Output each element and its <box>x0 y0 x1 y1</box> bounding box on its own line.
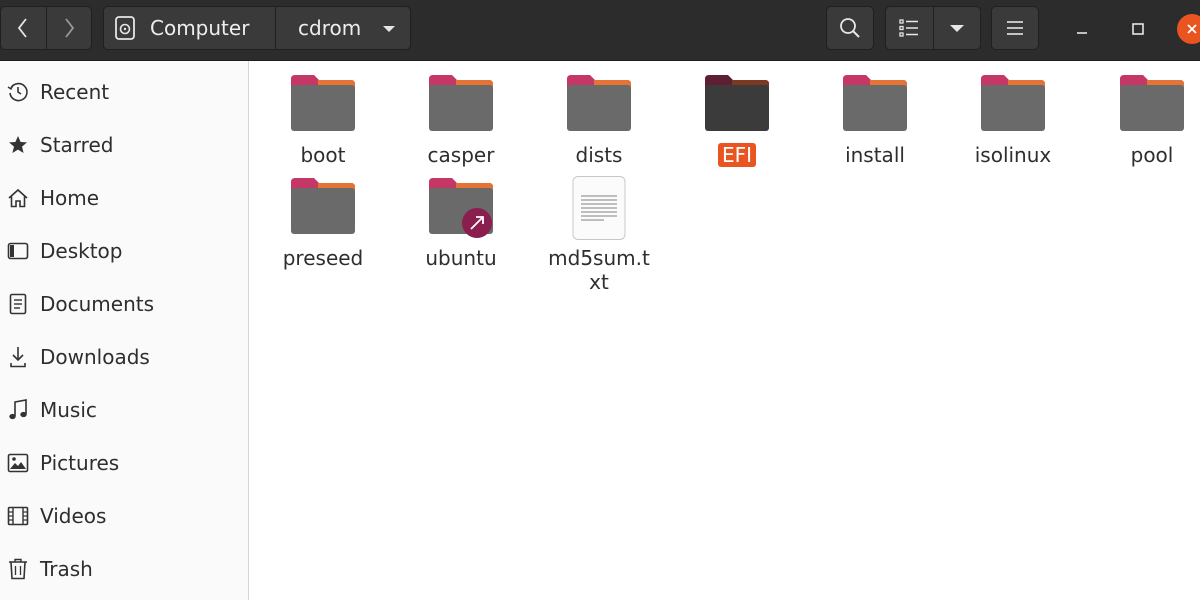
sidebar-item-label: Trash <box>40 557 93 581</box>
file-name: casper <box>427 143 495 167</box>
sidebar-item-label: Documents <box>40 292 155 316</box>
sidebar-item-desktop[interactable]: Desktop <box>0 229 248 273</box>
sidebar-item-label: Home <box>40 186 100 210</box>
file-name: md5sum.txt <box>548 246 650 294</box>
header-bar: Computer cdrom <box>0 0 1200 61</box>
folder-icon <box>1120 75 1184 131</box>
document-icon <box>6 292 30 316</box>
sidebar-item-label: Pictures <box>40 451 120 475</box>
folder-item-ubuntu[interactable]: ubuntu <box>392 176 530 270</box>
file-name: preseed <box>282 246 364 270</box>
sidebar-item-label: Desktop <box>40 239 123 263</box>
list-view-button[interactable] <box>886 7 933 49</box>
folder-item-boot[interactable]: boot <box>254 73 392 167</box>
folder-icon <box>843 75 907 131</box>
sidebar-item-home[interactable]: Home <box>0 176 248 220</box>
download-icon <box>6 345 30 369</box>
sidebar-item-downloads[interactable]: Downloads <box>0 335 248 379</box>
sidebar-item-label: Downloads <box>40 345 150 369</box>
folder-link-icon <box>429 178 493 238</box>
folder-icon <box>291 75 355 131</box>
sidebar-item-label: Music <box>40 398 97 422</box>
home-icon <box>6 186 30 210</box>
close-button[interactable] <box>1177 14 1200 44</box>
file-name: isolinux <box>974 143 1052 167</box>
folder-item-install[interactable]: install <box>806 73 944 167</box>
close-icon <box>1187 24 1197 34</box>
picture-icon <box>6 451 30 475</box>
text-file-icon <box>572 176 626 240</box>
music-icon <box>6 398 30 422</box>
sidebar-item-label: Starred <box>40 133 114 157</box>
breadcrumb-label: Computer <box>150 16 250 40</box>
file-name: dists <box>575 143 623 167</box>
file-name: boot <box>300 143 346 167</box>
file-item-md5sum[interactable]: md5sum.txt <box>530 176 668 294</box>
sidebar-item-label: Videos <box>40 504 107 528</box>
sidebar: Recent Starred Home Desktop Documents Do… <box>0 61 249 600</box>
breadcrumb-label: cdrom <box>298 16 362 40</box>
folder-icon <box>705 75 769 131</box>
sidebar-item-pictures[interactable]: Pictures <box>0 441 248 485</box>
search-button[interactable] <box>826 6 874 50</box>
file-name: install <box>845 143 905 167</box>
folder-item-isolinux[interactable]: isolinux <box>944 73 1082 167</box>
file-name: pool <box>1130 143 1174 167</box>
folder-item-pool[interactable]: pool <box>1083 73 1200 167</box>
sidebar-item-starred[interactable]: Starred <box>0 123 248 167</box>
breadcrumb-computer[interactable]: Computer <box>104 7 275 49</box>
search-icon <box>840 18 860 38</box>
view-options <box>885 6 981 50</box>
minimize-button[interactable] <box>1067 14 1097 44</box>
folder-icon <box>981 75 1045 131</box>
folder-item-dists[interactable]: dists <box>530 73 668 167</box>
list-icon <box>899 19 919 37</box>
sidebar-item-videos[interactable]: Videos <box>0 494 248 538</box>
minimize-icon <box>1077 32 1087 34</box>
star-icon <box>6 133 30 157</box>
chevron-right-icon <box>65 18 75 38</box>
view-menu-button[interactable] <box>932 7 980 49</box>
sidebar-item-documents[interactable]: Documents <box>0 282 248 326</box>
breadcrumb: Computer cdrom <box>103 6 411 50</box>
file-grid: boot casper dists EFI install isolinux p… <box>250 61 1200 600</box>
sidebar-item-recent[interactable]: Recent <box>0 70 248 114</box>
drive-icon <box>115 16 135 40</box>
folder-item-efi[interactable]: EFI <box>668 73 806 167</box>
folder-icon <box>429 75 493 131</box>
sidebar-item-music[interactable]: Music <box>0 388 248 432</box>
main-menu-button[interactable] <box>991 6 1039 50</box>
breadcrumb-cdrom[interactable]: cdrom <box>275 7 410 49</box>
clock-icon <box>6 80 30 104</box>
file-name: EFI <box>717 143 757 167</box>
chevron-left-icon <box>18 18 28 38</box>
sidebar-item-trash[interactable]: Trash <box>0 547 248 591</box>
folder-item-preseed[interactable]: preseed <box>254 176 392 270</box>
caret-down-icon <box>383 26 395 32</box>
video-icon <box>6 504 30 528</box>
back-button[interactable] <box>1 7 46 49</box>
desktop-icon <box>6 239 30 263</box>
folder-icon <box>567 75 631 131</box>
folder-icon <box>291 178 355 234</box>
caret-down-icon <box>949 25 964 32</box>
sidebar-item-label: Recent <box>40 80 110 104</box>
trash-icon <box>6 557 30 581</box>
forward-button[interactable] <box>45 7 91 49</box>
maximize-icon <box>1132 23 1144 35</box>
maximize-button[interactable] <box>1123 14 1153 44</box>
file-name: ubuntu <box>425 246 497 270</box>
navigation-buttons <box>0 6 92 50</box>
folder-item-casper[interactable]: casper <box>392 73 530 167</box>
hamburger-menu-icon <box>1007 21 1023 35</box>
